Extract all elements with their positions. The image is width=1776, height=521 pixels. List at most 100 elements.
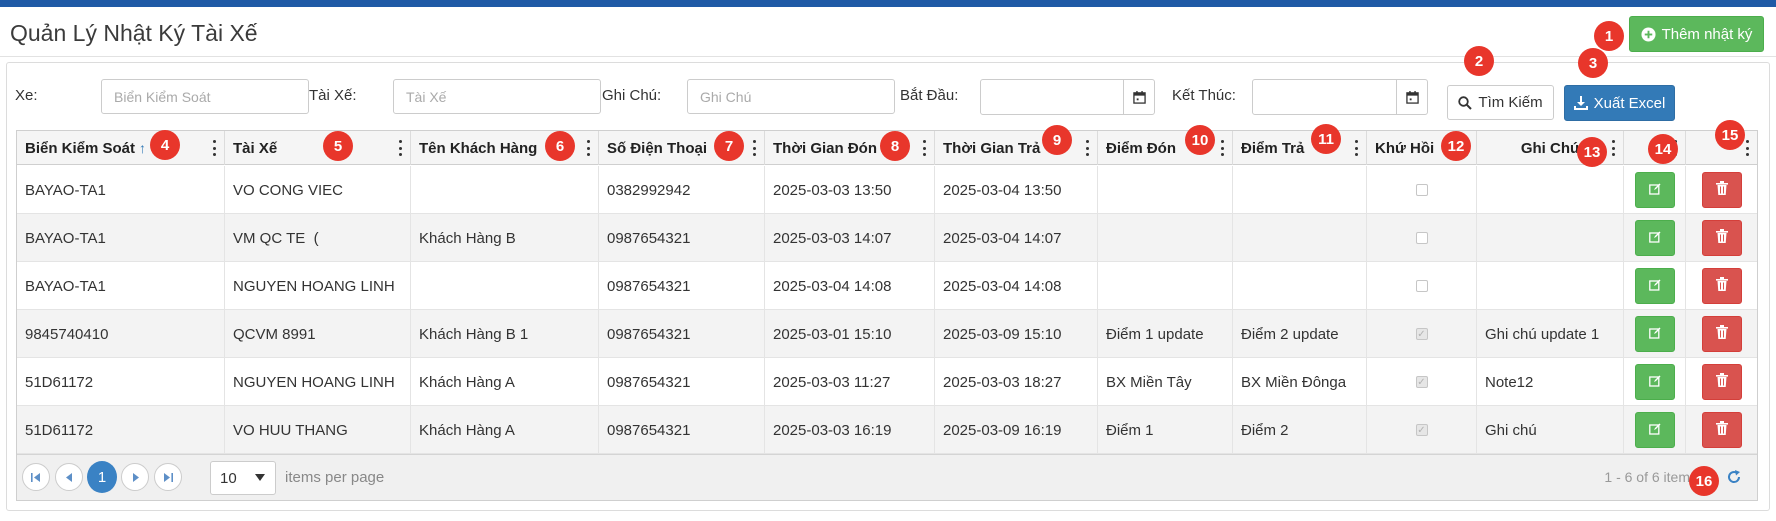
cell-phone: 0987654321 — [599, 214, 765, 262]
cell-delete — [1686, 406, 1757, 454]
start-date-input[interactable] — [980, 79, 1155, 115]
end-date-input[interactable] — [1252, 79, 1428, 115]
cell-plate: 51D61172 — [17, 406, 225, 454]
prev-page-icon[interactable] — [55, 463, 83, 491]
round-trip-checkbox — [1415, 184, 1428, 196]
column-menu-icon[interactable] — [1220, 140, 1224, 156]
column-header-plate[interactable]: Biển Kiểm Soát ↑ — [17, 131, 225, 165]
table-row[interactable]: BAYAO-TA1 VO CONG VIEC 0382992942 2025-03-0… — [17, 166, 1757, 214]
next-page-icon[interactable] — [121, 463, 149, 491]
table-row[interactable]: 51D61172 VO HUU THANG Khách Hàng A 09876543… — [17, 406, 1757, 454]
cell-delete — [1686, 310, 1757, 358]
column-header-driver[interactable]: Tài Xế — [225, 131, 411, 165]
edit-icon — [1648, 326, 1661, 343]
column-menu-icon[interactable] — [398, 140, 402, 156]
calendar-icon[interactable] — [1396, 80, 1427, 114]
delete-button[interactable] — [1701, 364, 1742, 400]
trash-icon — [1715, 373, 1728, 391]
delete-button[interactable] — [1701, 412, 1742, 448]
table-row[interactable]: BAYAO-TA1 VM QC TE (Khách Hàng B 098765432… — [17, 214, 1757, 262]
edit-button[interactable] — [1634, 412, 1675, 448]
column-header-dropoff-point[interactable]: Điểm Trả — [1233, 131, 1367, 165]
driver-filter-input[interactable] — [393, 79, 601, 114]
cell-note — [1477, 166, 1624, 214]
column-menu-icon[interactable] — [1085, 140, 1089, 156]
table-row[interactable]: 51D61172 NGUYEN HOANG LINH Khách Hàng A 098… — [17, 358, 1757, 406]
cell-note: Ghi chú — [1477, 406, 1624, 454]
search-label: Tìm Kiếm — [1478, 94, 1543, 111]
delete-button[interactable] — [1701, 316, 1742, 352]
top-accent-bar — [0, 0, 1776, 7]
annotation-badge: 16 — [1689, 466, 1719, 496]
column-menu-icon[interactable] — [922, 140, 926, 156]
page-size-select[interactable]: 10 — [210, 461, 276, 495]
cell-customer: Khách Hàng A — [411, 406, 599, 454]
column-header-dropoff-time[interactable]: Thời Gian Trả — [935, 131, 1098, 165]
edit-button[interactable] — [1634, 172, 1675, 208]
last-page-icon[interactable] — [154, 463, 182, 491]
edit-button[interactable] — [1634, 268, 1675, 304]
cell-plate: BAYAO-TA1 — [17, 214, 225, 262]
cell-edit — [1624, 406, 1686, 454]
delete-button[interactable] — [1701, 172, 1742, 208]
annotation-badge: 10 — [1185, 125, 1215, 155]
cell-dropoff-time: 2025-03-04 14:07 — [935, 214, 1098, 262]
delete-button[interactable] — [1701, 268, 1742, 304]
cell-round-trip — [1367, 166, 1477, 214]
column-menu-icon[interactable] — [1354, 140, 1358, 156]
end-date-label: Kết Thúc: — [1172, 87, 1236, 104]
edit-icon — [1648, 230, 1661, 247]
cell-round-trip: ✓ — [1367, 310, 1477, 358]
note-filter-input[interactable] — [687, 79, 895, 114]
annotation-badge: 5 — [323, 131, 353, 161]
export-excel-button[interactable]: Xuất Excel — [1564, 85, 1675, 121]
cell-round-trip: ✓ — [1367, 358, 1477, 406]
table-row[interactable]: 9845740410 QCVM 8991 Khách Hàng B 1 0987654… — [17, 310, 1757, 358]
column-menu-icon[interactable] — [1611, 140, 1615, 156]
edit-button[interactable] — [1634, 316, 1675, 352]
annotation-badge: 15 — [1715, 120, 1745, 150]
edit-button[interactable] — [1634, 364, 1675, 400]
vehicle-filter-input[interactable] — [101, 79, 309, 114]
cell-customer: Khách Hàng B 1 — [411, 310, 599, 358]
cell-driver: VM QC TE ( — [225, 214, 411, 262]
annotation-badge: 8 — [880, 131, 910, 161]
trash-icon — [1715, 325, 1728, 343]
column-menu-icon[interactable] — [586, 140, 590, 156]
cell-edit — [1624, 214, 1686, 262]
cell-pickup-time: 2025-03-03 16:19 — [765, 406, 935, 454]
add-log-button[interactable]: Thêm nhật ký — [1629, 16, 1764, 52]
column-menu-icon[interactable] — [212, 140, 216, 156]
cell-pickup-point — [1098, 214, 1233, 262]
edit-button[interactable] — [1634, 220, 1675, 256]
cell-pickup-time: 2025-03-03 13:50 — [765, 166, 935, 214]
calendar-icon[interactable] — [1123, 80, 1154, 114]
annotation-badge: 9 — [1042, 125, 1072, 155]
column-menu-icon[interactable] — [1745, 140, 1749, 156]
cell-plate: BAYAO-TA1 — [17, 262, 225, 310]
cell-dropoff-point — [1233, 262, 1367, 310]
edit-icon — [1648, 182, 1661, 199]
refresh-icon[interactable] — [1723, 466, 1745, 488]
annotation-badge: 2 — [1464, 46, 1494, 76]
trash-icon — [1715, 181, 1728, 199]
cell-driver: VO CONG VIEC — [225, 166, 411, 214]
cell-round-trip — [1367, 262, 1477, 310]
annotation-badge: 13 — [1577, 137, 1607, 167]
annotation-badge: 12 — [1441, 131, 1471, 161]
search-button[interactable]: Tìm Kiếm — [1447, 85, 1554, 120]
cell-pickup-point: Điểm 1 — [1098, 406, 1233, 454]
cell-driver: NGUYEN HOANG LINH — [225, 262, 411, 310]
export-label: Xuất Excel — [1593, 94, 1666, 112]
delete-button[interactable] — [1701, 220, 1742, 256]
cell-edit — [1624, 262, 1686, 310]
annotation-badge: 11 — [1311, 124, 1341, 154]
current-page-button[interactable]: 1 — [87, 461, 117, 493]
column-menu-icon[interactable] — [752, 140, 756, 156]
first-page-icon[interactable] — [22, 463, 50, 491]
cell-delete — [1686, 358, 1757, 406]
cell-dropoff-point: Điểm 2 — [1233, 406, 1367, 454]
table-row[interactable]: BAYAO-TA1 NGUYEN HOANG LINH 0987654321 2025… — [17, 262, 1757, 310]
driver-filter-label: Tài Xế: — [309, 87, 357, 104]
trash-icon — [1715, 277, 1728, 295]
